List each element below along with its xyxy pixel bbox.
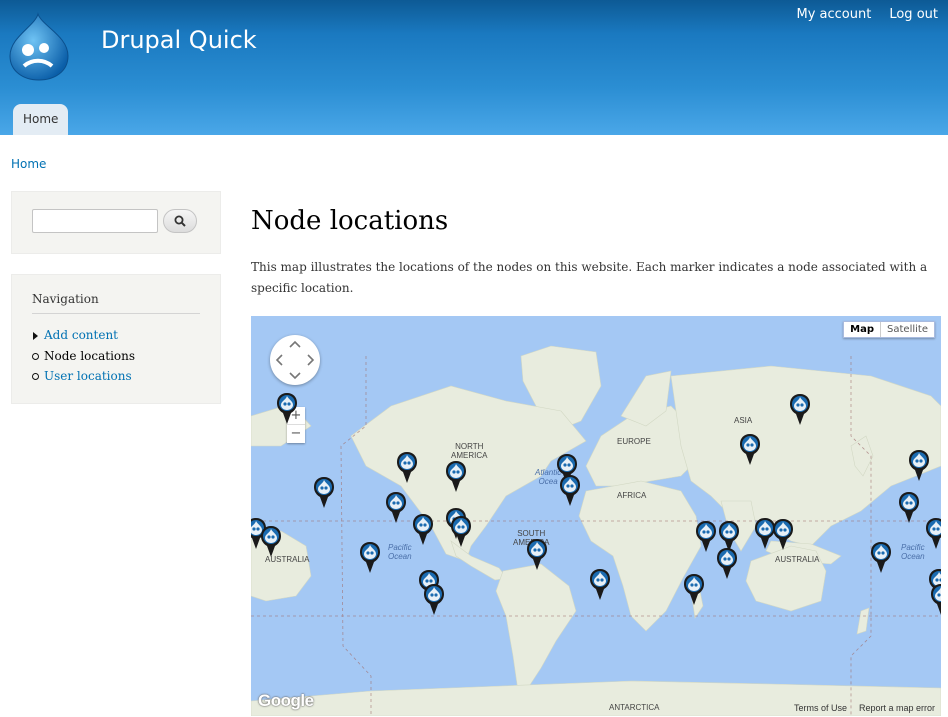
add-content-link[interactable]: Add content: [44, 328, 118, 342]
drupal-drop-marker-icon[interactable]: [899, 492, 919, 524]
drupal-drop-marker-icon[interactable]: [360, 542, 380, 574]
drupal-drop-marker-icon[interactable]: [684, 574, 704, 606]
navigation-block: Navigation Add content Node locations Us…: [11, 274, 221, 404]
drupal-drop-marker-icon[interactable]: [527, 539, 547, 571]
zoom-out-button[interactable]: −: [287, 425, 305, 443]
map-label-pacific-ocean-left: Pacific Ocean: [388, 543, 412, 561]
drupal-drop-marker-icon[interactable]: [755, 518, 775, 550]
drupal-drop-marker-icon[interactable]: [451, 516, 471, 548]
drupal-drop-marker-icon[interactable]: [424, 584, 444, 616]
leaf-bullet-icon: [32, 373, 39, 380]
drupal-drop-marker-icon[interactable]: [314, 477, 334, 509]
drupal-logo[interactable]: [8, 12, 70, 82]
report-map-error-link[interactable]: Report a map error: [859, 703, 935, 713]
drupal-drop-marker-icon[interactable]: [590, 569, 610, 601]
drupal-drop-marker-icon[interactable]: [773, 519, 793, 551]
drupal-drop-marker-icon[interactable]: [926, 518, 941, 550]
nav-item-node-locations: Node locations: [32, 349, 135, 370]
drupal-drop-marker-icon[interactable]: [871, 542, 891, 574]
drupal-drop-marker-icon[interactable]: [277, 393, 297, 425]
site-name[interactable]: Drupal Quick: [101, 26, 257, 54]
drupal-drop-marker-icon[interactable]: [261, 526, 281, 558]
drupal-drop-marker-icon[interactable]: [931, 584, 941, 616]
collapsed-arrow-icon: [33, 332, 38, 340]
my-account-link[interactable]: My account: [797, 7, 872, 22]
page-description: This map illustrates the locations of th…: [251, 260, 928, 295]
search-button[interactable]: [163, 209, 197, 233]
google-logo[interactable]: Google: [258, 691, 314, 711]
map-type-satellite-button[interactable]: Satellite: [881, 322, 934, 337]
drupal-drop-marker-icon[interactable]: [560, 475, 580, 507]
search-input[interactable]: [32, 209, 158, 233]
search-block: [11, 191, 221, 254]
drupal-drop-marker-icon[interactable]: [696, 521, 716, 553]
drupal-drop-marker-icon[interactable]: [717, 548, 737, 580]
drupal-drop-marker-icon[interactable]: [446, 461, 466, 493]
nav-item-user-locations: User locations: [32, 369, 135, 390]
search-icon: [174, 215, 186, 227]
terms-of-use-link[interactable]: Terms of Use: [794, 703, 847, 713]
log-out-link[interactable]: Log out: [889, 7, 938, 22]
tab-home[interactable]: Home: [13, 104, 69, 135]
map-label-asia: ASIA: [734, 416, 753, 425]
drupal-drop-marker-icon[interactable]: [790, 394, 810, 426]
map-label-antarctica: ANTARCTICA: [609, 703, 660, 712]
leaf-bullet-icon: [32, 352, 39, 360]
node-locations-map[interactable]: NORTHAMERICA EUROPE ASIA AFRICA SOUTHAME…: [251, 316, 941, 716]
drupal-drop-marker-icon[interactable]: [386, 492, 406, 524]
drupal-drop-marker-icon[interactable]: [397, 452, 417, 484]
map-base: [251, 316, 941, 716]
navigation-title: Navigation: [32, 292, 200, 314]
drupal-drop-marker-icon[interactable]: [740, 434, 760, 466]
secondary-menu: My account Log out: [797, 7, 939, 22]
drupal-drop-marker-icon[interactable]: [413, 514, 433, 546]
pan-control[interactable]: [270, 335, 320, 385]
map-type-control: Map Satellite: [843, 321, 935, 338]
map-label-pacific-ocean-right: Pacific Ocean: [901, 543, 925, 561]
map-label-africa: AFRICA: [617, 491, 647, 500]
drupal-drop-marker-icon[interactable]: [909, 450, 929, 482]
navigation-list: Add content Node locations User location…: [32, 328, 135, 390]
site-header: Drupal Quick My account Log out Home: [0, 0, 948, 135]
map-label-europe: EUROPE: [617, 437, 651, 446]
map-label-north-america: NORTH AMERICA: [451, 442, 488, 460]
map-type-map-button[interactable]: Map: [844, 322, 882, 337]
user-locations-link[interactable]: User locations: [44, 369, 132, 383]
node-locations-link[interactable]: Node locations: [44, 349, 135, 363]
map-footer: Terms of Use Report a map error: [794, 703, 935, 713]
breadcrumb[interactable]: Home: [11, 157, 46, 171]
pan-arrows-icon: [275, 340, 315, 380]
page-title: Node locations: [251, 206, 449, 236]
map-label-australia: AUSTRALIA: [775, 555, 820, 564]
nav-item-add-content: Add content: [32, 328, 135, 349]
